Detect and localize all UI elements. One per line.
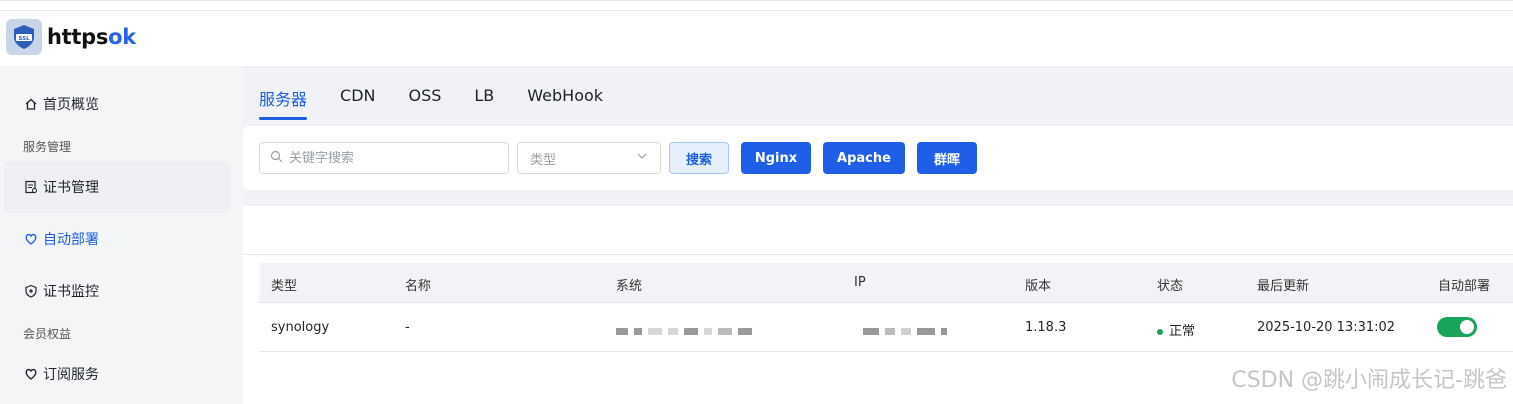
sidebar-item-label: 证书管理 — [43, 180, 99, 196]
top-header: SSL httpsok — [0, 0, 1513, 66]
sidebar-item-label: 证书监控 — [43, 284, 99, 300]
filter-bar: 类型 搜索 Nginx Apache 群晖 — [243, 126, 1513, 190]
sidebar-item-monitor[interactable]: 证书监控 — [4, 265, 230, 317]
cell-version: 1.18.3 — [1025, 320, 1067, 335]
top-divider — [0, 10, 1513, 11]
type-select-placeholder: 类型 — [530, 152, 557, 168]
sidebar-item-auto-deploy[interactable]: 自动部署 — [4, 213, 230, 265]
status-text: 正常 — [1169, 324, 1196, 339]
chevron-down-icon — [636, 150, 648, 166]
cell-updated: 2025-10-20 13:31:02 — [1257, 320, 1396, 335]
ssl-shield-icon: SSL — [6, 19, 42, 55]
search-icon — [270, 150, 283, 167]
column-header-name: 名称 — [405, 279, 432, 294]
table-row[interactable]: synology - 1.18.3 正常 2025-10-20 13:31:02 — [259, 303, 1513, 352]
logo-text: httpsok — [47, 25, 136, 49]
watermark: CSDN @跳小闹成长记-跳爸 — [1231, 368, 1507, 393]
divider — [243, 254, 1513, 255]
tab-lb[interactable]: LB — [474, 86, 494, 120]
table-header: 类型 名称 系统 IP 版本 状态 最后更新 自动部署 — [259, 263, 1513, 303]
column-header-status: 状态 — [1157, 279, 1184, 294]
search-button[interactable]: 搜索 — [669, 142, 729, 174]
status-dot-icon — [1157, 328, 1163, 335]
sidebar-item-subscription[interactable]: 订阅服务 — [4, 348, 230, 400]
home-icon — [24, 97, 38, 111]
tab-webhook[interactable]: WebHook — [527, 86, 603, 120]
logo[interactable]: SSL httpsok — [6, 19, 136, 55]
column-header-auto-deploy: 自动部署 — [1438, 279, 1491, 294]
sidebar-group-service: 服务管理 — [23, 140, 72, 154]
certificate-icon — [24, 180, 38, 194]
sidebar-item-label: 首页概览 — [43, 97, 99, 113]
tab-server[interactable]: 服务器 — [259, 86, 308, 120]
synology-button[interactable]: 群晖 — [917, 142, 977, 174]
nginx-button[interactable]: Nginx — [741, 142, 811, 174]
tab-oss[interactable]: OSS — [408, 86, 441, 120]
sidebar-item-label: 订阅服务 — [43, 367, 99, 383]
column-header-updated: 最后更新 — [1257, 279, 1310, 294]
auto-deploy-toggle[interactable] — [1437, 317, 1477, 337]
search-input[interactable] — [289, 150, 489, 166]
heart-icon — [24, 367, 38, 381]
cell-type: synology — [271, 320, 330, 335]
cell-ip-redacted — [863, 324, 953, 339]
tab-cdn[interactable]: CDN — [340, 86, 375, 120]
shield-icon — [24, 284, 38, 298]
column-header-version: 版本 — [1025, 279, 1052, 294]
main-content: 服务器 CDN OSS LB WebHook 类型 搜索 Nginx Apach… — [243, 66, 1513, 404]
sidebar: 首页概览 服务管理 证书管理 自动部署 证书监控 会员权益 订阅服务 — [0, 66, 243, 404]
type-select[interactable]: 类型 — [517, 142, 661, 174]
tab-bar: 服务器 CDN OSS LB WebHook — [259, 86, 636, 120]
deploy-icon — [24, 232, 38, 246]
column-header-system: 系统 — [616, 279, 643, 294]
column-header-type: 类型 — [271, 279, 298, 294]
search-field[interactable] — [259, 142, 509, 174]
svg-text:SSL: SSL — [18, 36, 30, 42]
column-header-ip: IP — [854, 275, 866, 290]
cell-system-redacted — [616, 324, 758, 339]
sidebar-item-label: 自动部署 — [43, 232, 99, 248]
sidebar-item-certificates[interactable]: 证书管理 — [4, 161, 230, 213]
sidebar-group-member: 会员权益 — [23, 327, 72, 341]
cell-name: - — [405, 320, 410, 335]
apache-button[interactable]: Apache — [823, 142, 905, 174]
sidebar-item-overview[interactable]: 首页概览 — [4, 78, 230, 130]
cell-status: 正常 — [1157, 320, 1195, 339]
